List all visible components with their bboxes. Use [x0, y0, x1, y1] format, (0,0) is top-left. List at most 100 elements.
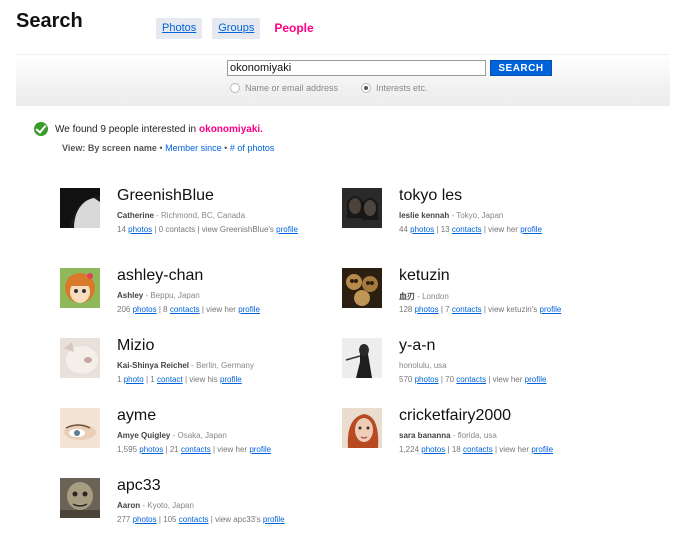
- screen-name-link[interactable]: apc33: [117, 477, 161, 495]
- photos-link[interactable]: photos: [415, 305, 439, 314]
- person-stats: 206 photos | 8 contacts | view her profi…: [117, 305, 260, 314]
- photos-link[interactable]: photos: [139, 445, 163, 454]
- contact-count: 105: [163, 515, 177, 524]
- avatar-image[interactable]: [342, 188, 382, 228]
- avatar-image[interactable]: [60, 408, 100, 448]
- profile-link[interactable]: profile: [276, 225, 298, 234]
- photo-count: 14: [117, 225, 126, 234]
- photos-link[interactable]: photos: [421, 445, 445, 454]
- profile-link[interactable]: profile: [540, 305, 562, 314]
- profile-link[interactable]: profile: [520, 225, 542, 234]
- screen-name-link[interactable]: ayme: [117, 407, 156, 425]
- photos-link[interactable]: photos: [128, 225, 152, 234]
- radio-button-selected[interactable]: [361, 83, 371, 93]
- screen-name-link[interactable]: Mizio: [117, 337, 154, 355]
- real-name: 血刃: [399, 292, 415, 301]
- person-stats: 14 photos | 0 contacts | view GreenishBl…: [117, 225, 298, 234]
- tab-people[interactable]: People: [270, 18, 317, 39]
- search-panel: SEARCH Name or email address Interests e…: [16, 54, 670, 106]
- photos-link[interactable]: photos: [133, 305, 157, 314]
- view-text: | view his: [182, 375, 220, 384]
- view-sort-options: View: By screen name • Member since • # …: [62, 143, 274, 153]
- contacts-link[interactable]: contacts: [170, 305, 200, 314]
- location: - Beppu, Japan: [143, 291, 200, 300]
- radio-name-email[interactable]: Name or email address: [230, 83, 338, 93]
- contacts-link[interactable]: contact: [157, 375, 183, 384]
- profile-link[interactable]: profile: [220, 375, 242, 384]
- screen-name-link[interactable]: y-a-n: [399, 337, 435, 355]
- real-name: sara bananna: [399, 431, 451, 440]
- avatar-image[interactable]: [60, 478, 100, 518]
- contacts-link[interactable]: contacts: [452, 305, 482, 314]
- photos-link[interactable]: photos: [133, 515, 157, 524]
- view-text: | view apc33's: [208, 515, 263, 524]
- sort-member-since-link[interactable]: Member since: [165, 143, 222, 153]
- location: - Berlin, Germany: [189, 361, 254, 370]
- profile-link[interactable]: profile: [531, 445, 553, 454]
- contacts-link[interactable]: contacts: [452, 225, 482, 234]
- radio-interests[interactable]: Interests etc.: [361, 83, 428, 93]
- avatar-image[interactable]: [60, 188, 100, 228]
- view-text: | view ketuzin's: [481, 305, 540, 314]
- sort-photo-count-link[interactable]: # of photos: [230, 143, 275, 153]
- person-details: 血刃 - London: [399, 291, 449, 302]
- avatar-image[interactable]: [342, 408, 382, 448]
- tab-photos[interactable]: Photos: [156, 18, 203, 39]
- profile-link[interactable]: profile: [238, 305, 260, 314]
- contacts-link[interactable]: contacts: [179, 515, 209, 524]
- screen-name-link[interactable]: tokyo les: [399, 187, 462, 205]
- real-name: Catherine: [117, 211, 154, 220]
- avatar-image[interactable]: [342, 338, 382, 378]
- screen-name-link[interactable]: ketuzin: [399, 267, 450, 285]
- search-button[interactable]: SEARCH: [490, 60, 552, 76]
- avatar-image[interactable]: [60, 338, 100, 378]
- person-details: leslie kennah - Tokyo, Japan: [399, 211, 503, 220]
- profile-link[interactable]: profile: [525, 375, 547, 384]
- person-stats: 44 photos | 13 contacts | view her profi…: [399, 225, 542, 234]
- contact-count: 8: [163, 305, 168, 314]
- contact-count: 1: [150, 375, 155, 384]
- view-text: | view her: [210, 445, 250, 454]
- search-input[interactable]: [227, 60, 486, 76]
- contacts-link[interactable]: contacts: [181, 445, 211, 454]
- person-details: Amye Quigley - Osaka, Japan: [117, 431, 227, 440]
- location: honolulu, usa: [399, 361, 447, 370]
- result-query: okonomiyaki.: [199, 123, 263, 135]
- view-label: View:: [62, 143, 86, 153]
- person-details: Aaron - Kyoto, Japan: [117, 501, 194, 510]
- profile-link[interactable]: profile: [263, 515, 285, 524]
- photos-link[interactable]: photos: [410, 225, 434, 234]
- screen-name-link[interactable]: cricketfairy2000: [399, 407, 511, 425]
- contacts-link[interactable]: contacts: [456, 375, 486, 384]
- result-summary: We found 9 people interested in okonomiy…: [34, 122, 263, 136]
- screen-name-link[interactable]: ashley-chan: [117, 267, 203, 285]
- real-name: Kai-Shinya Reichel: [117, 361, 190, 370]
- person-stats: 1 photo | 1 contact | view his profile: [117, 375, 242, 384]
- contact-count: 21: [169, 445, 179, 454]
- photo-count: 1,595: [117, 445, 138, 454]
- view-text: | view her: [481, 225, 521, 234]
- photos-link[interactable]: photos: [415, 375, 439, 384]
- radio-button[interactable]: [230, 83, 240, 93]
- separator: •: [224, 143, 228, 153]
- screen-name-link[interactable]: GreenishBlue: [117, 187, 214, 205]
- radio-label: Interests etc.: [376, 83, 428, 93]
- person-stats: 1,224 photos | 18 contacts | view her pr…: [399, 445, 554, 454]
- avatar-image[interactable]: [342, 268, 382, 308]
- location: - Osaka, Japan: [170, 431, 227, 440]
- contacts-link[interactable]: contacts: [463, 445, 493, 454]
- profile-link[interactable]: profile: [249, 445, 271, 454]
- location: - London: [415, 292, 449, 301]
- person-details: Catherine - Richmond, BC, Canada: [117, 211, 245, 220]
- photo-count: 44: [399, 225, 408, 234]
- tab-groups[interactable]: Groups: [212, 18, 261, 39]
- person-result: apc33 Aaron - Kyoto, Japan 277 photos | …: [60, 477, 350, 538]
- person-details: Kai-Shinya Reichel - Berlin, Germany: [117, 361, 254, 370]
- radio-label: Name or email address: [245, 83, 339, 93]
- avatar-image[interactable]: [60, 268, 100, 308]
- photo-count: 277: [117, 515, 131, 524]
- person-details: sara bananna - florida, usa: [399, 431, 497, 440]
- photo-count: 1: [117, 375, 122, 384]
- photos-link[interactable]: photo: [124, 375, 144, 384]
- result-message: We found 9 people interested in: [55, 123, 197, 135]
